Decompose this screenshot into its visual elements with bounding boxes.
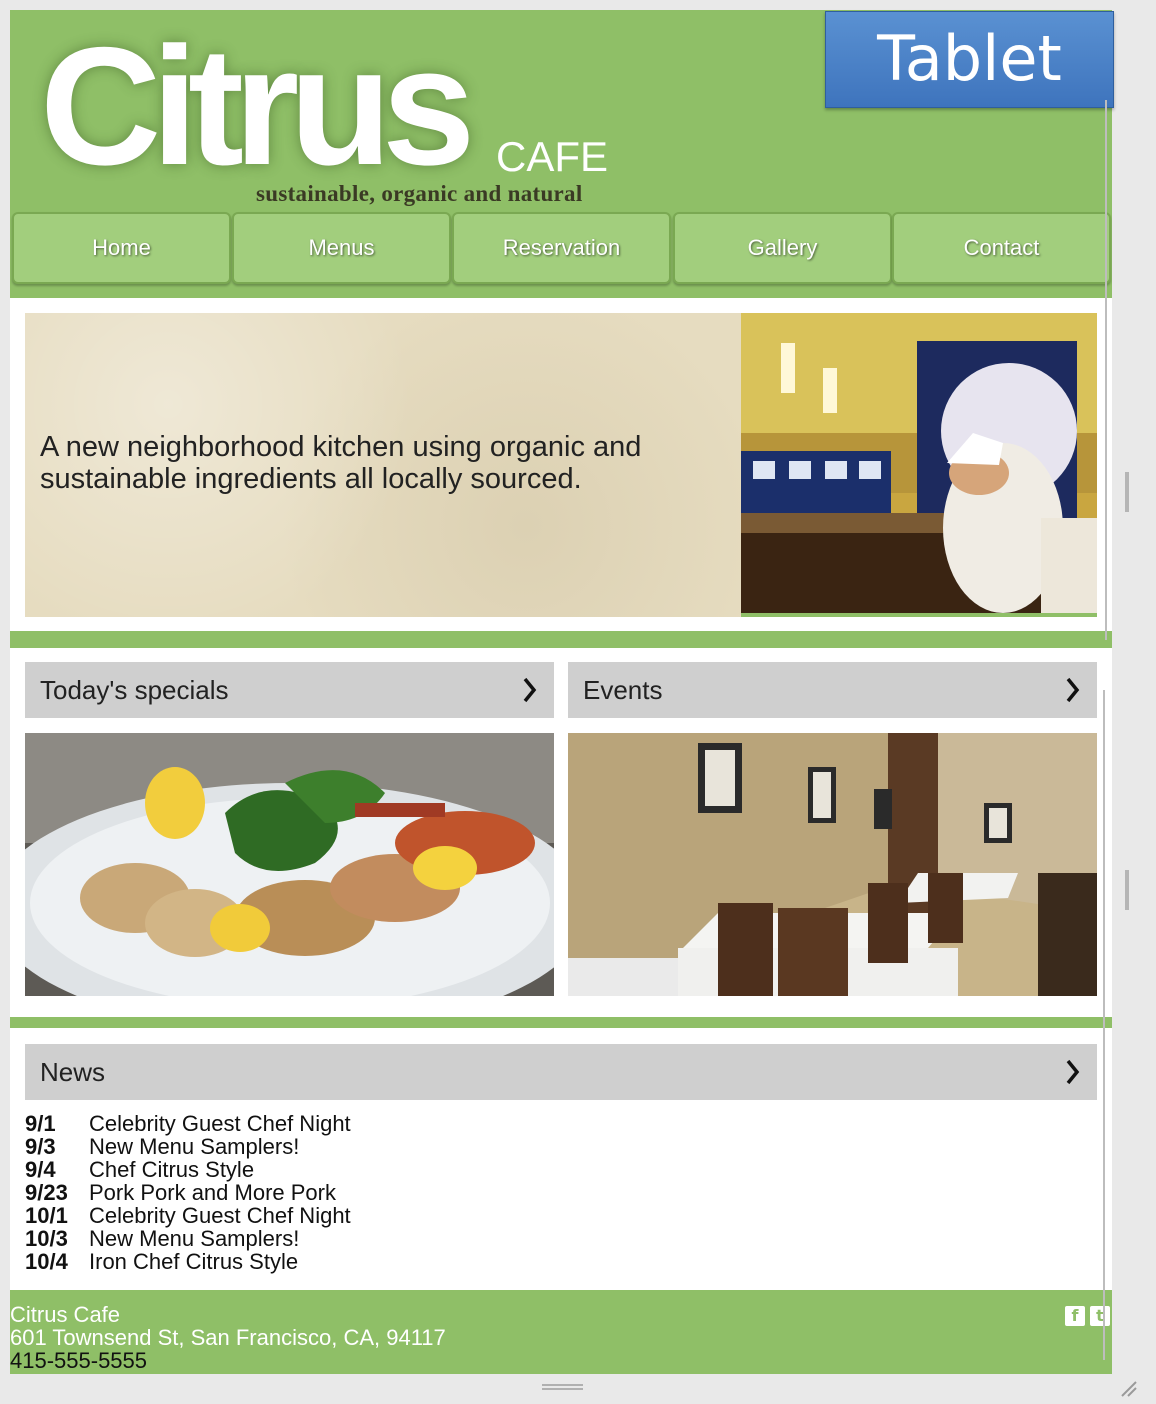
news-item[interactable]: 10/1 Celebrity Guest Chef Night bbox=[25, 1204, 351, 1227]
chevron-right-icon bbox=[1066, 1059, 1080, 1085]
nav-reservation-button[interactable]: Reservation bbox=[452, 212, 671, 284]
nav-contact-button[interactable]: Contact bbox=[892, 212, 1111, 284]
divider-bar bbox=[10, 631, 1112, 648]
scrollbar-track[interactable] bbox=[1105, 100, 1107, 640]
site-frame: Citrus CAFE sustainable, organic and nat… bbox=[10, 10, 1112, 1374]
news-date: 9/3 bbox=[25, 1134, 56, 1159]
news-date: 10/3 bbox=[25, 1226, 68, 1251]
news-item[interactable]: 9/3 New Menu Samplers! bbox=[25, 1135, 351, 1158]
events-title: Events bbox=[583, 675, 663, 705]
news-title-text: New Menu Samplers! bbox=[89, 1226, 300, 1251]
news-item[interactable]: 9/23 Pork Pork and More Pork bbox=[25, 1181, 351, 1204]
news-title-text: Pork Pork and More Pork bbox=[89, 1180, 336, 1205]
news-header[interactable]: News bbox=[25, 1044, 1097, 1100]
specials-food-image[interactable] bbox=[25, 733, 554, 996]
main-nav: Home Menus Reservation Gallery Contact bbox=[10, 212, 1112, 286]
site-footer: Citrus Cafe 601 Townsend St, San Francis… bbox=[10, 1290, 1112, 1374]
footer-address: 601 Townsend St, San Francisco, CA, 9411… bbox=[10, 1325, 446, 1350]
resize-handle-icon[interactable] bbox=[1118, 1378, 1138, 1398]
news-date: 9/1 bbox=[25, 1111, 56, 1136]
news-title: News bbox=[40, 1057, 106, 1087]
news-item[interactable]: 9/1 Celebrity Guest Chef Night bbox=[25, 1112, 351, 1135]
hero-kitchen-photo bbox=[741, 313, 1097, 613]
nav-home-button[interactable]: Home bbox=[12, 212, 231, 284]
drag-handle-icon[interactable] bbox=[1125, 870, 1129, 910]
hero-text: A new neighborhood kitchen using organic… bbox=[40, 431, 642, 495]
news-item[interactable]: 10/3 New Menu Samplers! bbox=[25, 1227, 351, 1250]
twitter-icon[interactable]: t bbox=[1090, 1306, 1110, 1326]
chevron-right-icon bbox=[1066, 677, 1080, 703]
news-date: 10/1 bbox=[25, 1203, 68, 1228]
news-date: 9/4 bbox=[25, 1157, 56, 1182]
news-title-text: Iron Chef Citrus Style bbox=[89, 1249, 299, 1274]
specials-title: Today's specials bbox=[40, 675, 229, 705]
news-date: 9/23 bbox=[25, 1180, 68, 1205]
nav-menus-button[interactable]: Menus bbox=[232, 212, 451, 284]
hero-underline bbox=[741, 613, 1097, 617]
tablet-badge: Tablet bbox=[825, 11, 1114, 108]
news-title-text: New Menu Samplers! bbox=[89, 1134, 300, 1159]
news-title-text: Celebrity Guest Chef Night bbox=[89, 1111, 351, 1136]
events-dining-room-image[interactable] bbox=[568, 733, 1097, 996]
drag-handle-icon[interactable] bbox=[542, 1384, 583, 1390]
news-item[interactable]: 9/4 Chef Citrus Style bbox=[25, 1158, 351, 1181]
tagline: sustainable, organic and natural bbox=[256, 181, 583, 206]
footer-business-name: Citrus Cafe bbox=[10, 1302, 121, 1327]
logo-suffix: CAFE bbox=[496, 133, 609, 180]
specials-header[interactable]: Today's specials bbox=[25, 662, 554, 718]
chevron-right-icon bbox=[523, 677, 537, 703]
events-header[interactable]: Events bbox=[568, 662, 1097, 718]
logo-wordmark[interactable]: Citrus bbox=[40, 22, 475, 190]
nav-gallery-button[interactable]: Gallery bbox=[673, 212, 892, 284]
news-list: 9/1 Celebrity Guest Chef Night 9/3 New M… bbox=[25, 1112, 351, 1273]
facebook-icon[interactable]: f bbox=[1065, 1306, 1085, 1326]
news-date: 10/4 bbox=[25, 1249, 68, 1274]
drag-handle-icon[interactable] bbox=[1125, 472, 1129, 512]
scrollbar-track[interactable] bbox=[1103, 690, 1105, 1360]
news-item[interactable]: 10/4 Iron Chef Citrus Style bbox=[25, 1250, 351, 1273]
hero-banner: A new neighborhood kitchen using organic… bbox=[25, 313, 1097, 617]
footer-phone[interactable]: 415-555-5555 bbox=[10, 1349, 1112, 1372]
news-title-text: Celebrity Guest Chef Night bbox=[89, 1203, 351, 1228]
divider-bar bbox=[10, 1017, 1112, 1028]
news-title-text: Chef Citrus Style bbox=[89, 1157, 255, 1182]
